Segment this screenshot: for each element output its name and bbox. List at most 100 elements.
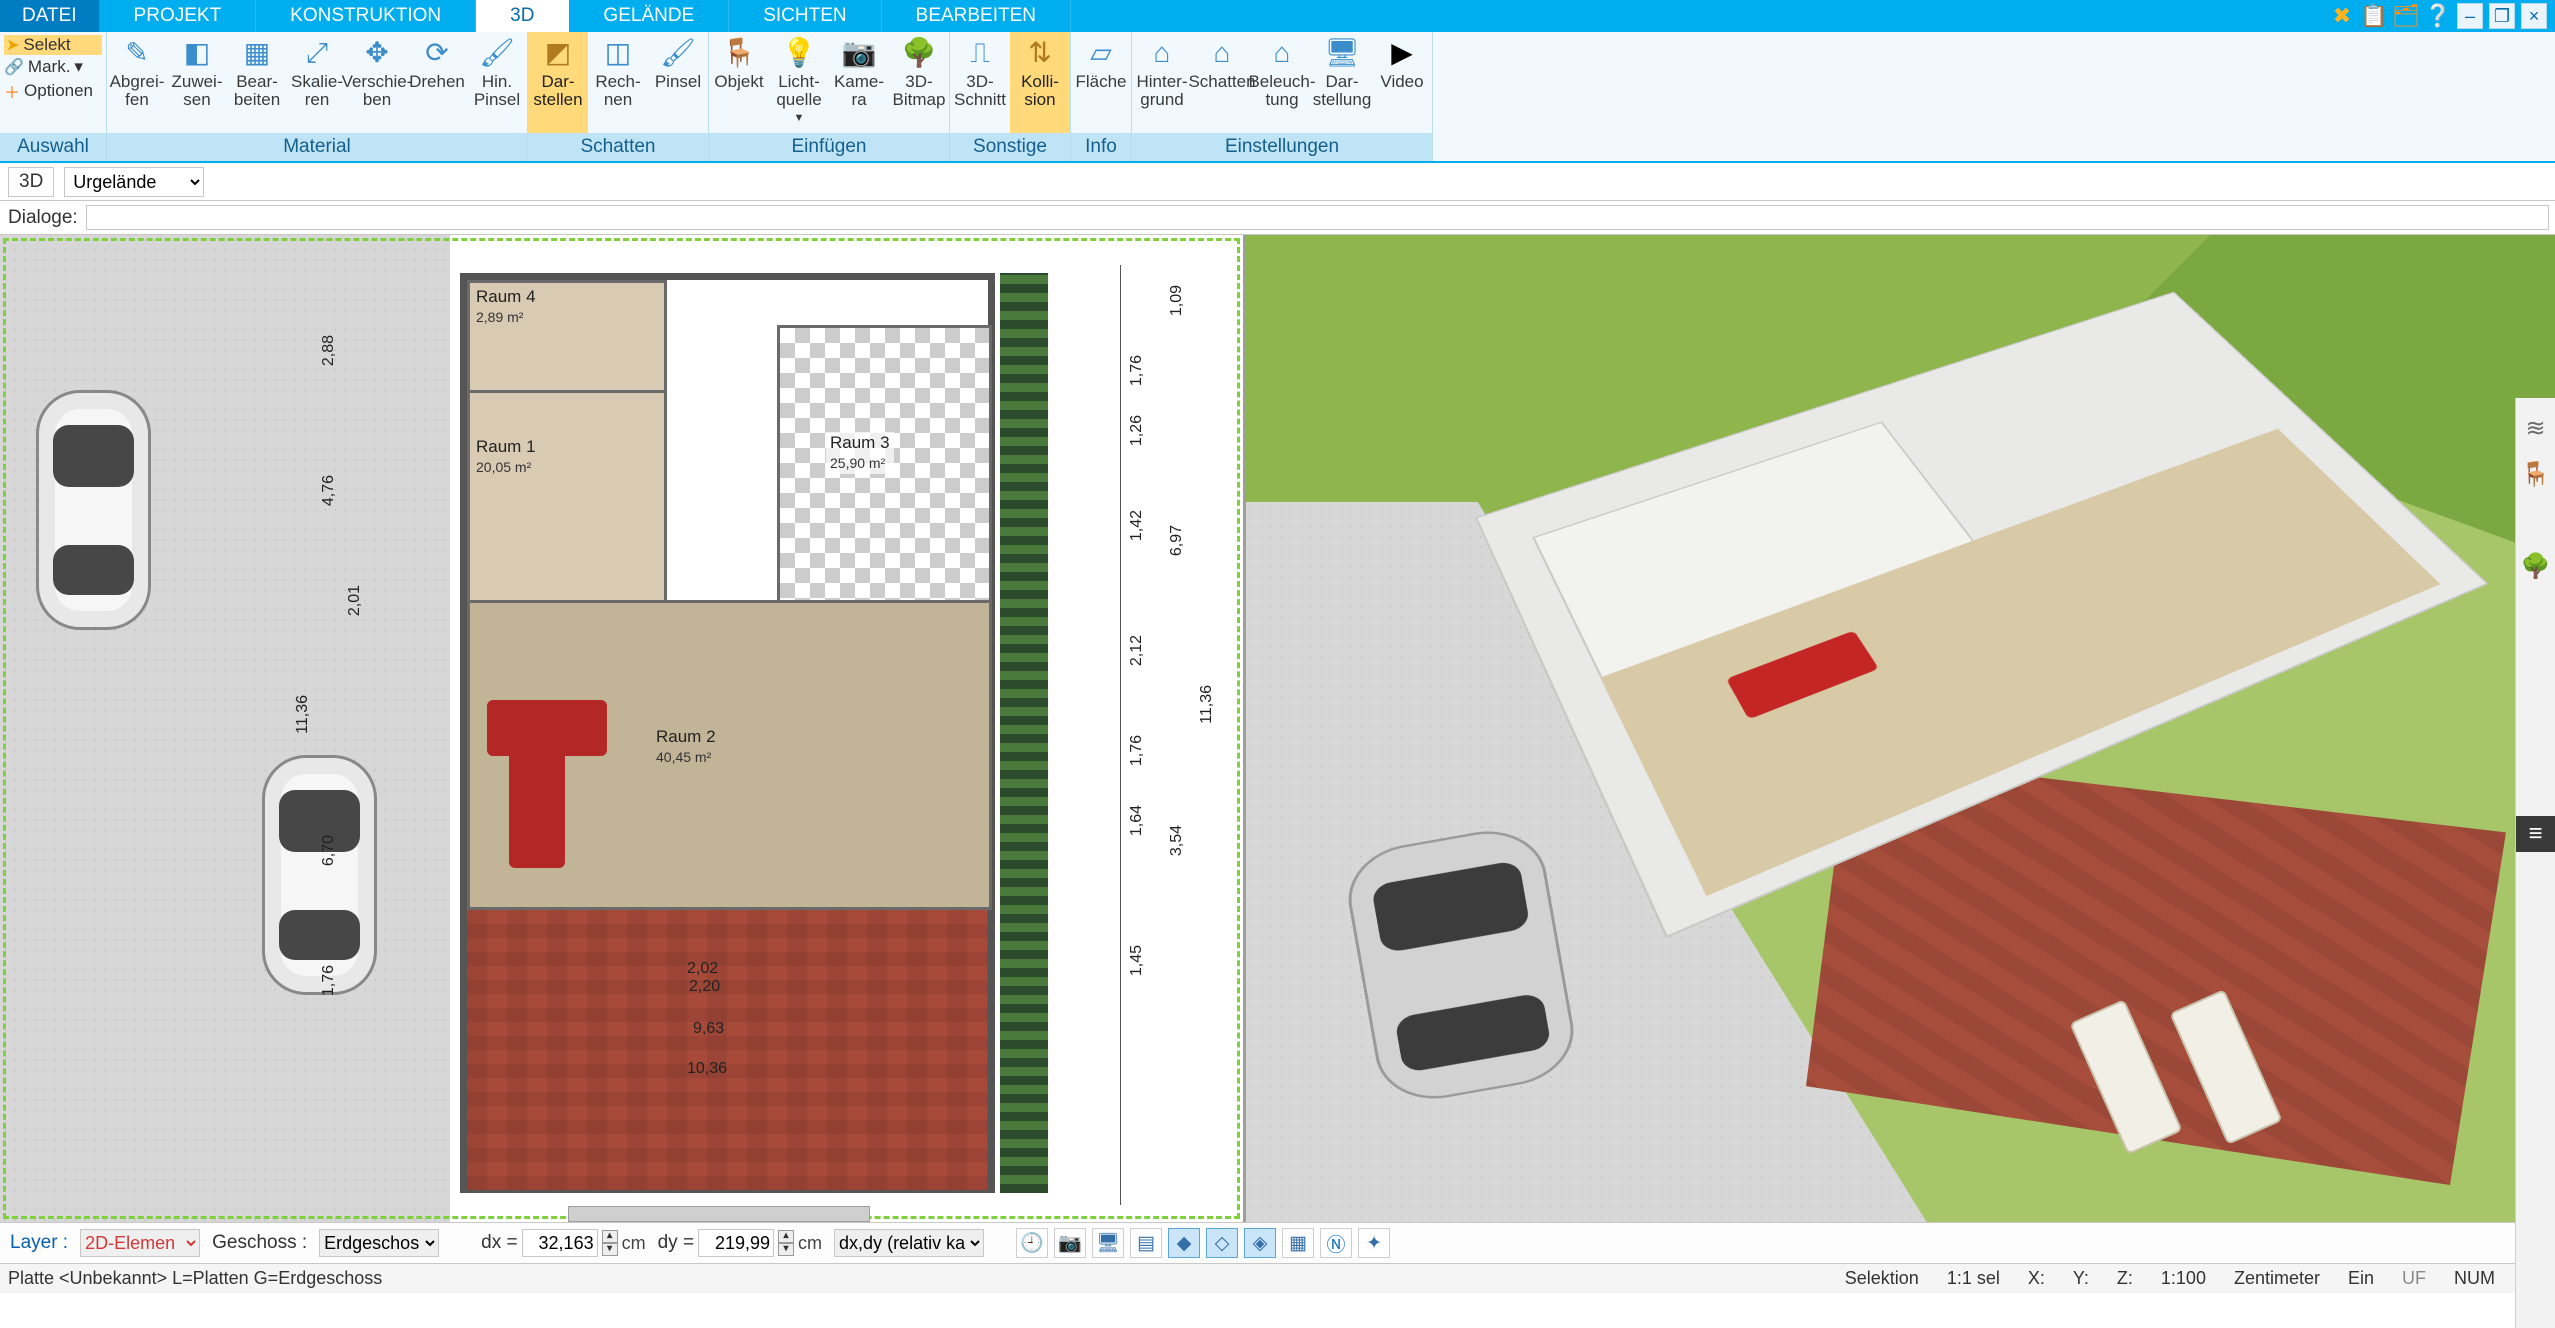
dim-right-1: 1,76 xyxy=(1128,355,1146,386)
plan-room-1[interactable]: Raum 1 20,05 m² xyxy=(467,390,667,620)
status-left: Platte <Unbekannt> L=Platten G=Erdgescho… xyxy=(8,1268,382,1289)
btn-darstellen[interactable]: ◩Dar-stellen xyxy=(528,32,588,133)
opt-layer-select[interactable]: 2D-Elemen xyxy=(80,1229,200,1257)
btn-abgreifen[interactable]: ✎Abgrei-fen xyxy=(107,32,167,133)
clipboard-icon[interactable]: 📋 xyxy=(2361,3,2387,29)
tool-furniture-icon[interactable]: 🪑 xyxy=(2520,458,2552,490)
plan-hscrollbar[interactable] xyxy=(568,1206,870,1222)
opt-dx-input[interactable] xyxy=(522,1229,598,1257)
tab-3d[interactable]: 3D xyxy=(476,0,569,32)
dim-left-3: 6,70 xyxy=(320,835,338,866)
right-panel-handle[interactable]: ≡ xyxy=(2516,816,2555,852)
lbl-flaeche: Fläche xyxy=(1075,73,1126,91)
dim-right-8: 1,64 xyxy=(1128,805,1146,836)
opt-grid-icon[interactable]: ▦ xyxy=(1282,1228,1314,1258)
auswahl-optionen[interactable]: ＋ Optionen xyxy=(4,79,102,103)
pane-3d-view[interactable] xyxy=(1246,235,2555,1222)
section-icon: ⎍ xyxy=(961,36,999,70)
tab-sichten[interactable]: SICHTEN xyxy=(729,0,881,32)
auswahl-selekt-label: Selekt xyxy=(23,35,70,55)
opt-dx-spinner[interactable]: ▴▾ xyxy=(602,1230,618,1256)
opt-geschoss-select[interactable]: Erdgeschos xyxy=(319,1229,439,1257)
tool-icon[interactable]: ✖ xyxy=(2329,3,2355,29)
lbl-pinsel: Pinsel xyxy=(655,73,701,91)
btn-flaeche[interactable]: ▱Fläche xyxy=(1071,32,1131,133)
btn-hinpinsel[interactable]: 🖌Hin. Pinsel xyxy=(467,32,527,133)
lbl-darstellung: Dar-stellung xyxy=(1312,73,1372,109)
dim-right-2: 1,26 xyxy=(1128,415,1146,446)
btn-hintergrund[interactable]: ⌂Hinter-grund xyxy=(1132,32,1192,133)
plan-room-3-name: Raum 3 xyxy=(830,433,890,452)
ribbon-group-einfuegen: 🪑Objekt 💡Licht-quelle▼ 📷Kame-ra 🌳3D-Bitm… xyxy=(709,32,950,161)
btn-video[interactable]: ▶Video xyxy=(1372,32,1432,133)
btn-darstellung[interactable]: 🖥Dar-stellung xyxy=(1312,32,1372,133)
opt-north-icon[interactable]: Ⓝ xyxy=(1320,1228,1352,1258)
lbl-abgreifen: Abgrei-fen xyxy=(107,73,167,109)
dim-bottom-1: 2,20 xyxy=(689,978,720,996)
tab-gelaende[interactable]: GELÄNDE xyxy=(569,0,729,32)
plus-icon: ＋ xyxy=(4,79,20,103)
tool-layers-icon[interactable]: ≋ xyxy=(2520,412,2552,444)
btn-bearbeiten[interactable]: ▦Bear-beiten xyxy=(227,32,287,133)
btn-3dbitmap[interactable]: 🌳3D-Bitmap xyxy=(889,32,949,133)
collision-icon: ⇅ xyxy=(1021,36,1059,70)
btn-rechnen[interactable]: ◫Rech-nen xyxy=(588,32,648,133)
gallery-icon[interactable]: 🗂 xyxy=(2393,3,2419,29)
auswahl-selekt[interactable]: ➤ Selekt xyxy=(4,35,102,55)
dim-bottom-2: 9,63 xyxy=(693,1020,724,1038)
window-minimize[interactable]: – xyxy=(2457,3,2483,29)
opt-monitor-icon[interactable]: 🖥 xyxy=(1092,1228,1124,1258)
tab-bearbeiten[interactable]: BEARBEITEN xyxy=(882,0,1071,32)
btn-verschieben[interactable]: ✥Verschie-ben xyxy=(347,32,407,133)
btn-pinsel[interactable]: 🖌Pinsel xyxy=(648,32,708,133)
plan-2d-canvas[interactable]: 2,88 4,76 11,36 6,70 2,01 1,76 Raum 4 2,… xyxy=(0,235,1243,1222)
opt-dy-spinner[interactable]: ▴▾ xyxy=(778,1230,794,1256)
opt-clock-icon[interactable]: 🕘 xyxy=(1016,1228,1048,1258)
mode-chip-3d[interactable]: 3D xyxy=(8,167,54,197)
tool-palette-icon[interactable] xyxy=(2520,504,2552,536)
plan-patio[interactable]: 2,02 2,20 9,63 10,36 xyxy=(467,910,988,1190)
house-shadow-icon: ⌂ xyxy=(1203,36,1241,70)
btn-zuweisen[interactable]: ◧Zuwei-sen xyxy=(167,32,227,133)
status-num: NUM xyxy=(2454,1268,2495,1289)
window-restore[interactable]: ❐ xyxy=(2489,3,2515,29)
viewport-3d[interactable] xyxy=(1246,235,2555,1222)
btn-beleuchtung[interactable]: ⌂Beleuch-tung xyxy=(1252,32,1312,133)
tab-konstruktion[interactable]: KONSTRUKTION xyxy=(256,0,476,32)
opt-snap-object-icon[interactable]: ◇ xyxy=(1206,1228,1238,1258)
tab-projekt[interactable]: PROJEKT xyxy=(100,0,257,32)
dim-column-left: 2,88 4,76 11,36 6,70 2,01 1,76 xyxy=(280,275,340,1215)
auswahl-mark[interactable]: 🔗 Mark. ▾ xyxy=(4,57,102,77)
btn-objekt[interactable]: 🪑Objekt xyxy=(709,32,769,133)
opt-compass-icon[interactable]: ✦ xyxy=(1358,1228,1390,1258)
tab-datei[interactable]: DATEI xyxy=(0,0,100,32)
btn-drehen[interactable]: ⟳Drehen xyxy=(407,32,467,133)
pane-2d-plan[interactable]: 2,88 4,76 11,36 6,70 2,01 1,76 Raum 4 2,… xyxy=(0,235,1246,1222)
btn-kamera[interactable]: 📷Kame-ra xyxy=(829,32,889,133)
help-icon[interactable]: ❔ xyxy=(2425,3,2451,29)
opt-rel-select[interactable]: dx,dy (relativ ka xyxy=(834,1229,984,1257)
ribbon-group-sonstige: ⎍3D-Schnitt ⇅Kolli-sion Sonstige xyxy=(950,32,1071,161)
opt-layers2-icon[interactable]: ▤ xyxy=(1130,1228,1162,1258)
terrain-select[interactable]: Urgelände xyxy=(64,167,204,197)
btn-kollision[interactable]: ⇅Kolli-sion xyxy=(1010,32,1070,133)
plan-house[interactable]: Raum 4 2,89 m² Raum 1 20,05 m² Raum 3 25… xyxy=(460,273,995,1193)
btn-schatten2[interactable]: ⌂Schatten xyxy=(1192,32,1252,133)
dialoge-field[interactable] xyxy=(86,205,2549,230)
btn-3dschnitt[interactable]: ⎍3D-Schnitt xyxy=(950,32,1010,133)
plan-driveway xyxy=(0,235,450,1222)
opt-dy-input[interactable] xyxy=(698,1229,774,1257)
opt-dy-label: dy = xyxy=(658,1232,694,1254)
btn-skalieren[interactable]: ⤢Skalie-ren xyxy=(287,32,347,133)
window-close[interactable]: × xyxy=(2521,3,2547,29)
plan-car-1[interactable] xyxy=(36,390,151,630)
opt-snap-endpoint-icon[interactable]: ◈ xyxy=(1244,1228,1276,1258)
opt-snap-ortho-icon[interactable]: ◆ xyxy=(1168,1228,1200,1258)
btn-lichtquelle[interactable]: 💡Licht-quelle▼ xyxy=(769,32,829,133)
tool-tree-icon[interactable]: 🌳 xyxy=(2520,550,2552,582)
status-selratio: 1:1 sel xyxy=(1947,1268,2000,1289)
dim-right-5: 2,12 xyxy=(1128,635,1146,666)
opt-camera-icon[interactable]: 📷 xyxy=(1054,1228,1086,1258)
dim-right-10: 1,45 xyxy=(1128,945,1146,976)
plan-sofa-2[interactable] xyxy=(509,748,565,868)
